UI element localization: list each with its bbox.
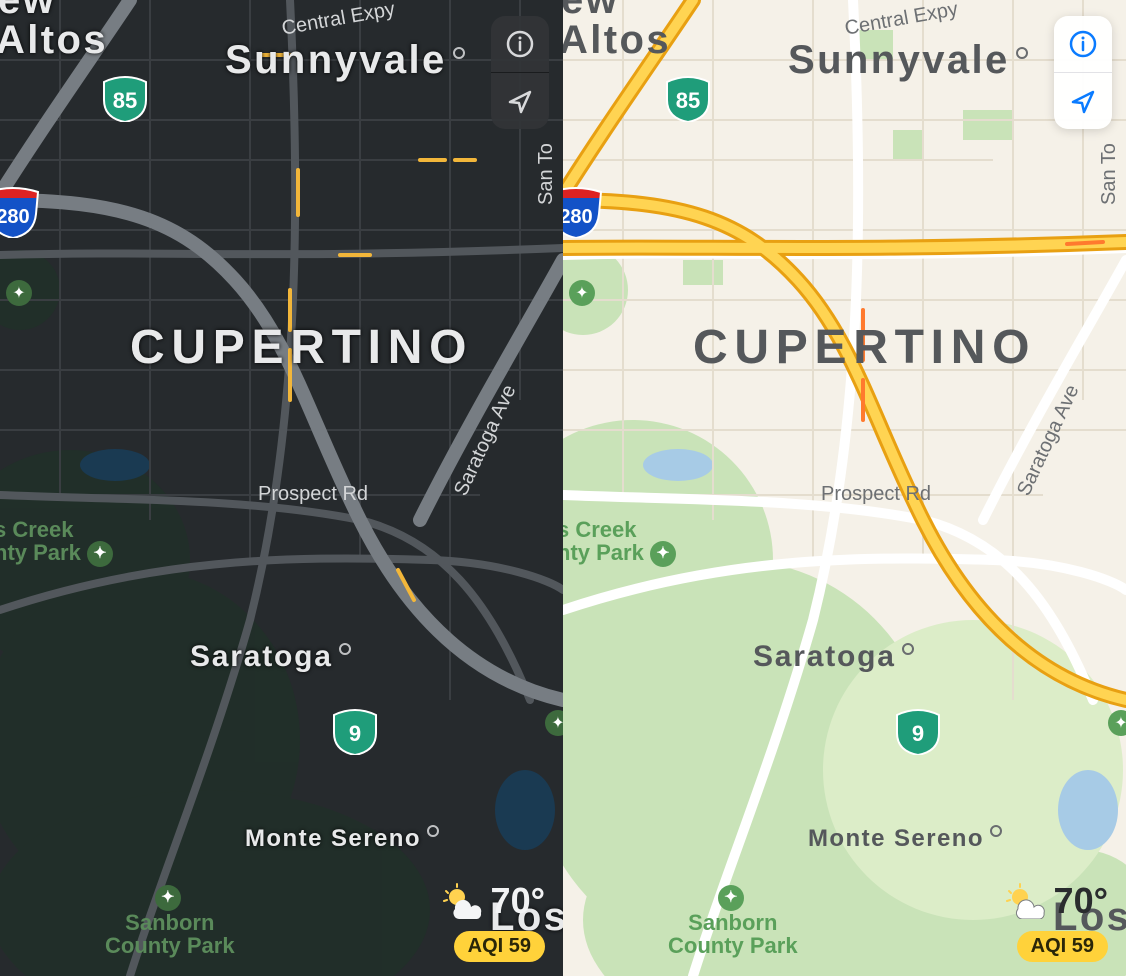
city-label-monte-sereno: Monte Sereno — [808, 825, 1002, 853]
city-label-saratoga: Saratoga — [753, 640, 914, 674]
route-shield-i280: 280 — [563, 184, 603, 238]
road-label-san-tomas: San To — [1098, 143, 1121, 205]
tree-icon: ✦ — [155, 885, 181, 911]
temperature-value: 70° — [491, 880, 545, 922]
weather-icon — [1006, 883, 1048, 919]
city-label-saratoga: Saratoga — [190, 640, 351, 674]
park-label-sanborn: ✦Sanborn County Park — [105, 885, 235, 957]
city-label-cupertino: CUPERTINO — [693, 320, 1036, 375]
info-button[interactable] — [1054, 16, 1112, 72]
park-label-sanborn: ✦Sanborn County Park — [668, 885, 798, 957]
route-shield-ca85: 85 — [100, 72, 150, 122]
route-shield-i280: 280 — [0, 184, 40, 238]
road-label-prospect: Prospect Rd — [258, 483, 368, 506]
aqi-badge[interactable]: AQI 59 — [454, 931, 545, 962]
city-label-sunnyvale: Sunnyvale — [788, 38, 1028, 83]
route-shield-ca85: 85 — [663, 72, 713, 122]
locate-button[interactable] — [1054, 72, 1112, 129]
location-arrow-icon — [505, 86, 535, 116]
info-button[interactable] — [491, 16, 549, 72]
map-controls — [1054, 16, 1112, 129]
map-controls — [491, 16, 549, 129]
locate-button[interactable] — [491, 72, 549, 129]
map-view-light[interactable]: CUPERTINO Sunnyvale Saratoga Monte Seren… — [563, 0, 1126, 976]
map-view-dark[interactable]: CUPERTINO Sunnyvale Saratoga Monte Seren… — [0, 0, 563, 976]
city-label-mountain-view: ew — [0, 0, 56, 23]
city-label-mountain-view: ew — [563, 0, 619, 23]
tree-icon: ✦ — [569, 280, 595, 306]
location-arrow-icon — [1068, 86, 1098, 116]
route-shield-ca9: 9 — [330, 705, 380, 755]
city-label-monte-sereno: Monte Sereno — [245, 825, 439, 853]
city-label-cupertino: CUPERTINO — [130, 320, 473, 375]
road-label-san-tomas: San To — [535, 143, 558, 205]
weather-widget[interactable]: 70° — [443, 880, 545, 922]
temperature-value: 70° — [1054, 880, 1108, 922]
info-icon — [505, 29, 535, 59]
tree-icon: ✦ — [718, 885, 744, 911]
city-label-los-altos: Altos — [563, 18, 671, 63]
route-shield-ca9: 9 — [893, 705, 943, 755]
city-label-los-altos: Altos — [0, 18, 108, 63]
park-label-stevens-creek: s Creek nty Park ✦ — [563, 518, 680, 567]
tree-icon: ✦ — [87, 541, 113, 567]
aqi-badge[interactable]: AQI 59 — [1017, 931, 1108, 962]
tree-icon: ✦ — [6, 280, 32, 306]
weather-widget[interactable]: 70° — [1006, 880, 1108, 922]
road-label-prospect: Prospect Rd — [821, 483, 931, 506]
park-label-stevens-creek: s Creek nty Park ✦ — [0, 518, 117, 567]
tree-icon: ✦ — [650, 541, 676, 567]
city-label-sunnyvale: Sunnyvale — [225, 38, 465, 83]
weather-icon — [443, 883, 485, 919]
info-icon — [1068, 29, 1098, 59]
